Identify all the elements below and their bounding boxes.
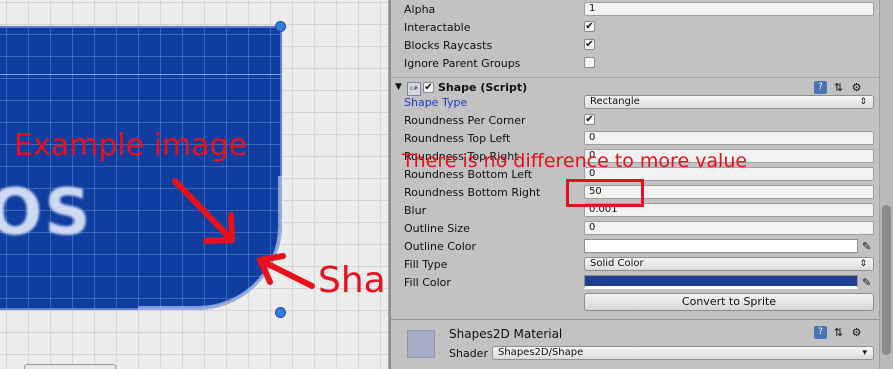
interactable-row: Interactable ✔ bbox=[391, 19, 879, 37]
annotation-example-image: Example image bbox=[14, 128, 248, 163]
blur-label: Blur bbox=[404, 204, 427, 217]
alpha-field[interactable]: 1 bbox=[584, 2, 874, 16]
help-book-icon[interactable]: ? bbox=[814, 81, 827, 94]
inspector-scrollbar[interactable] bbox=[879, 0, 893, 369]
roundness-per-corner-row: Roundness Per Corner ✔ bbox=[391, 112, 879, 130]
shader-dropdown[interactable]: Shapes2D/Shape ▾ bbox=[492, 346, 874, 360]
gear-icon[interactable]: ⚙ bbox=[850, 326, 863, 339]
shape-component-title: Shape (Script) bbox=[438, 81, 528, 94]
roundness-per-corner-label: Roundness Per Corner bbox=[404, 114, 526, 127]
blocks-raycasts-label: Blocks Raycasts bbox=[404, 39, 493, 52]
roundness-top-left-label: Roundness Top Left bbox=[404, 132, 511, 145]
scene-bottom-tab[interactable] bbox=[24, 364, 116, 369]
shape-type-label: Shape Type bbox=[404, 96, 468, 109]
ignore-parent-groups-checkbox[interactable] bbox=[584, 57, 595, 68]
outline-color-swatch[interactable] bbox=[584, 239, 858, 253]
material-preview-swatch bbox=[407, 330, 435, 358]
fill-color-label: Fill Color bbox=[404, 276, 451, 289]
shape-enabled-checkbox[interactable]: ✔ bbox=[423, 82, 434, 93]
outline-size-row: Outline Size 0 bbox=[391, 220, 879, 238]
dropdown-arrow-icon: ⇕ bbox=[859, 259, 867, 269]
material-separator bbox=[391, 319, 879, 320]
dropdown-arrow-icon: ⇕ bbox=[859, 97, 867, 107]
scene-view[interactable]: OS Example image bbox=[0, 0, 388, 369]
blocks-raycasts-row: Blocks Raycasts ✔ bbox=[391, 37, 879, 55]
help-book-icon[interactable]: ? bbox=[814, 326, 827, 339]
preset-icon[interactable]: ⇅ bbox=[832, 81, 845, 94]
blocks-raycasts-checkbox[interactable]: ✔ bbox=[584, 39, 595, 50]
shape-type-dropdown[interactable]: Rectangle ⇕ bbox=[584, 95, 874, 109]
preset-icon[interactable]: ⇅ bbox=[832, 326, 845, 339]
rect-handle-top-right[interactable] bbox=[275, 21, 286, 32]
rect-handle-bottom-right[interactable] bbox=[275, 307, 286, 318]
scrollbar-thumb[interactable] bbox=[882, 205, 891, 355]
shape-type-value: Rectangle bbox=[590, 96, 640, 107]
eyedropper-icon[interactable]: ✎ bbox=[862, 240, 871, 253]
fill-type-value: Solid Color bbox=[590, 258, 644, 269]
shape-type-row: Shape Type Rectangle ⇕ bbox=[391, 94, 879, 112]
outline-size-field[interactable]: 0 bbox=[584, 221, 874, 235]
shape-header-icons: ? ⇅ ⚙ bbox=[814, 81, 863, 94]
eyedropper-icon[interactable]: ✎ bbox=[862, 276, 871, 289]
alpha-label: Alpha bbox=[404, 3, 436, 16]
interactable-checkbox[interactable]: ✔ bbox=[584, 21, 595, 32]
shape-band bbox=[0, 74, 282, 75]
shader-label: Shader bbox=[449, 347, 488, 360]
fill-type-label: Fill Type bbox=[404, 258, 448, 271]
roundness-per-corner-checkbox[interactable]: ✔ bbox=[584, 114, 595, 125]
alpha-row: Alpha 1 bbox=[391, 1, 879, 19]
ignore-parent-groups-row: Ignore Parent Groups bbox=[391, 55, 879, 73]
annotation-no-difference: There is no difference to more value bbox=[402, 150, 748, 172]
foldout-arrow-icon[interactable]: ▼ bbox=[395, 82, 402, 92]
convert-to-sprite-button[interactable]: Convert to Sprite bbox=[584, 293, 874, 311]
shader-value: Shapes2D/Shape bbox=[498, 347, 584, 358]
roundness-top-left-row: Roundness Top Left 0 bbox=[391, 130, 879, 148]
material-name: Shapes2D Material bbox=[449, 327, 563, 341]
example-shape-image: OS bbox=[0, 26, 282, 310]
outline-size-label: Outline Size bbox=[404, 222, 470, 235]
interactable-label: Interactable bbox=[404, 21, 471, 34]
annotation-highlight-box bbox=[566, 179, 644, 207]
fill-type-dropdown[interactable]: Solid Color ⇕ bbox=[584, 257, 874, 271]
ignore-parent-groups-label: Ignore Parent Groups bbox=[404, 57, 521, 70]
outline-color-row: Outline Color ✎ bbox=[391, 238, 879, 256]
fill-color-row: Fill Color ✎ bbox=[391, 274, 879, 292]
roundness-bottom-right-label: Roundness Bottom Right bbox=[404, 186, 541, 199]
shape-image-text: OS bbox=[0, 176, 93, 250]
fill-type-row: Fill Type Solid Color ⇕ bbox=[391, 256, 879, 274]
dropdown-arrow-icon: ▾ bbox=[862, 348, 867, 358]
roundness-top-left-field[interactable]: 0 bbox=[584, 131, 874, 145]
outline-color-label: Outline Color bbox=[404, 240, 477, 253]
fill-color-swatch[interactable] bbox=[584, 275, 858, 289]
material-header-icons: ? ⇅ ⚙ bbox=[814, 326, 863, 339]
shape-rounded-edge bbox=[138, 176, 282, 310]
gear-icon[interactable]: ⚙ bbox=[850, 81, 863, 94]
